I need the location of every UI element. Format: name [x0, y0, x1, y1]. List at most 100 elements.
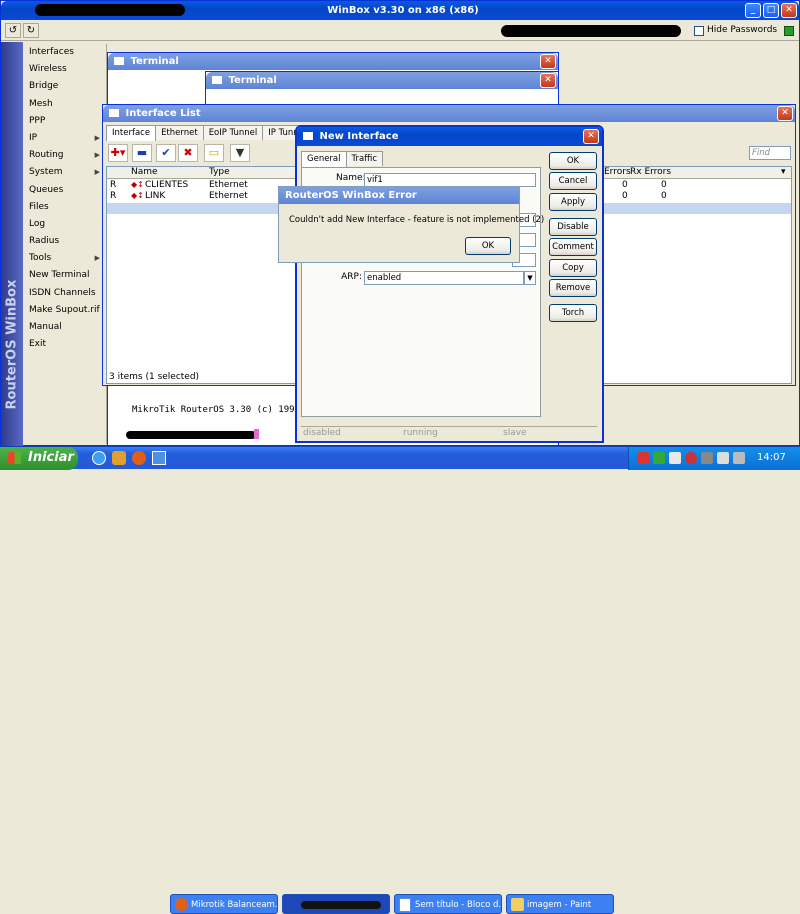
clock[interactable]: 14:07: [757, 452, 786, 463]
arp-select[interactable]: enabled: [364, 271, 524, 285]
sidebar-item-radius[interactable]: Radius: [23, 233, 106, 250]
start-button[interactable]: Iniciar: [0, 447, 78, 470]
tray-icon[interactable]: [717, 452, 729, 464]
task-mikrotik-label: Mikrotik Balanceam...: [191, 900, 278, 910]
disable-icon[interactable]: ✖: [178, 144, 198, 162]
task-notepad[interactable]: Sem título - Bloco d...: [394, 894, 502, 914]
new-interface-title-bar: New Interface: [297, 127, 602, 146]
undo-icon[interactable]: ↺: [5, 23, 21, 38]
row-flag: R: [110, 191, 117, 201]
comment-icon[interactable]: ▭: [204, 144, 224, 162]
sidebar-item-label: Radius: [29, 236, 60, 247]
status-disabled: disabled: [303, 428, 341, 438]
apply-button[interactable]: Apply: [549, 193, 597, 211]
quicklaunch-desktop-icon[interactable]: [152, 451, 166, 465]
redo-icon[interactable]: ↻: [23, 23, 39, 38]
sidebar-item-manual[interactable]: Manual: [23, 319, 106, 336]
column-tx-errors[interactable]: Errors: [604, 167, 631, 177]
sidebar-item-exit[interactable]: Exit: [23, 336, 106, 353]
sidebar-item-label: Log: [29, 218, 46, 229]
redacted-scribble: [126, 431, 256, 439]
task-paint-label: imagem - Paint: [527, 900, 592, 910]
volume-icon[interactable]: [733, 452, 745, 464]
remove-icon[interactable]: ▬: [132, 144, 152, 162]
comment-button[interactable]: Comment: [549, 238, 597, 256]
torch-button[interactable]: Torch: [549, 304, 597, 322]
sidebar-item-bridge[interactable]: Bridge: [23, 78, 106, 95]
row-name: LINK: [145, 191, 166, 201]
terminal-2-close-button[interactable]: ✕: [540, 73, 556, 88]
interface-icon: ◆↕: [131, 191, 144, 200]
terminal-1-close-button[interactable]: ✕: [540, 54, 556, 69]
taskbar: Iniciar Mikrotik Balanceam... Sem título…: [0, 446, 800, 914]
row-rx: 0: [661, 191, 667, 201]
sidebar-item-ip[interactable]: IP ▶: [23, 130, 106, 147]
tray-icon[interactable]: [701, 452, 713, 464]
quicklaunch-media-icon[interactable]: [112, 451, 126, 465]
sidebar-item-tools[interactable]: Tools ▶: [23, 250, 106, 267]
minimize-button[interactable]: _: [745, 3, 761, 18]
remove-button[interactable]: Remove: [549, 279, 597, 297]
interface-list-title-bar: Interface List: [103, 105, 795, 122]
ok-button[interactable]: OK: [549, 152, 597, 170]
tray-icon[interactable]: [637, 452, 649, 464]
sidebar-item-new-terminal[interactable]: New Terminal: [23, 267, 106, 284]
close-button[interactable]: ✕: [781, 3, 797, 18]
sidebar-item-label: IP: [29, 132, 38, 143]
quicklaunch-firefox-icon[interactable]: [132, 451, 146, 465]
tray-icon[interactable]: [685, 452, 697, 464]
sidebar-item-label: ISDN Channels: [29, 287, 96, 298]
tab-ethernet[interactable]: Ethernet: [155, 125, 204, 140]
name-input[interactable]: vif1: [364, 173, 536, 187]
new-interface-window: New Interface ✕ General Traffic Name: vif…: [295, 125, 604, 443]
tray-icon[interactable]: [653, 452, 665, 464]
tab-eoip-tunnel[interactable]: EoIP Tunnel: [202, 125, 264, 140]
enable-icon[interactable]: ✔: [156, 144, 176, 162]
sidebar-item-routing[interactable]: Routing ▶: [23, 147, 106, 164]
sidebar-item-log[interactable]: Log: [23, 216, 106, 233]
column-menu-icon[interactable]: ▾: [781, 167, 786, 177]
task-winbox[interactable]: [282, 894, 390, 914]
terminal-icon: [212, 76, 222, 84]
disable-button[interactable]: Disable: [549, 218, 597, 236]
interface-list-close-button[interactable]: ✕: [777, 106, 793, 121]
error-ok-button[interactable]: OK: [465, 237, 511, 255]
tray-icon[interactable]: [669, 452, 681, 464]
sidebar-item-queues[interactable]: Queues: [23, 182, 106, 199]
column-type[interactable]: Type: [209, 167, 230, 177]
tab-general[interactable]: General: [301, 151, 347, 167]
new-interface-close-button[interactable]: ✕: [583, 129, 599, 144]
tab-traffic[interactable]: Traffic: [345, 151, 384, 166]
copy-button[interactable]: Copy: [549, 259, 597, 277]
chevron-down-icon[interactable]: ▼: [524, 271, 536, 285]
task-mikrotik[interactable]: Mikrotik Balanceam...: [170, 894, 278, 914]
filter-icon[interactable]: ▼: [230, 144, 250, 162]
tab-interface[interactable]: Interface: [106, 125, 157, 141]
hide-passwords-checkbox[interactable]: [694, 26, 704, 36]
firefox-icon: [175, 898, 188, 911]
column-rx-errors[interactable]: Rx Errors: [630, 167, 671, 177]
sidebar-item-label: Interfaces: [29, 47, 74, 57]
column-name[interactable]: Name: [131, 167, 158, 177]
cancel-button[interactable]: Cancel: [549, 172, 597, 190]
error-dialog-title-bar: RouterOS WinBox Error: [279, 187, 519, 204]
task-paint[interactable]: imagem - Paint: [506, 894, 614, 914]
sidebar-item-label: Manual: [29, 322, 62, 332]
sidebar-item-make-supout-rif[interactable]: Make Supout.rif: [23, 302, 106, 319]
maximize-button[interactable]: □: [763, 3, 779, 18]
sidebar-item-label: Mesh: [29, 98, 53, 109]
sidebar-item-system[interactable]: System ▶: [23, 164, 106, 181]
sidebar-item-wireless[interactable]: Wireless: [23, 61, 106, 78]
sidebar-item-isdn-channels[interactable]: ISDN Channels: [23, 285, 106, 302]
sidebar-item-mesh[interactable]: Mesh: [23, 96, 106, 113]
sidebar-item-ppp[interactable]: PPP: [23, 113, 106, 130]
sidebar-item-label: Bridge: [29, 81, 59, 92]
main-toolbar: ↺ ↻ Hide Passwords: [1, 21, 799, 41]
sidebar-item-interfaces[interactable]: Interfaces: [23, 44, 106, 61]
sidebar-item-files[interactable]: Files: [23, 199, 106, 216]
system-tray: 14:07: [628, 447, 800, 470]
find-input[interactable]: Find: [749, 146, 791, 160]
name-label: Name:: [336, 173, 366, 183]
quicklaunch-ie-icon[interactable]: [92, 451, 106, 465]
add-icon[interactable]: ✚▾: [108, 144, 128, 162]
